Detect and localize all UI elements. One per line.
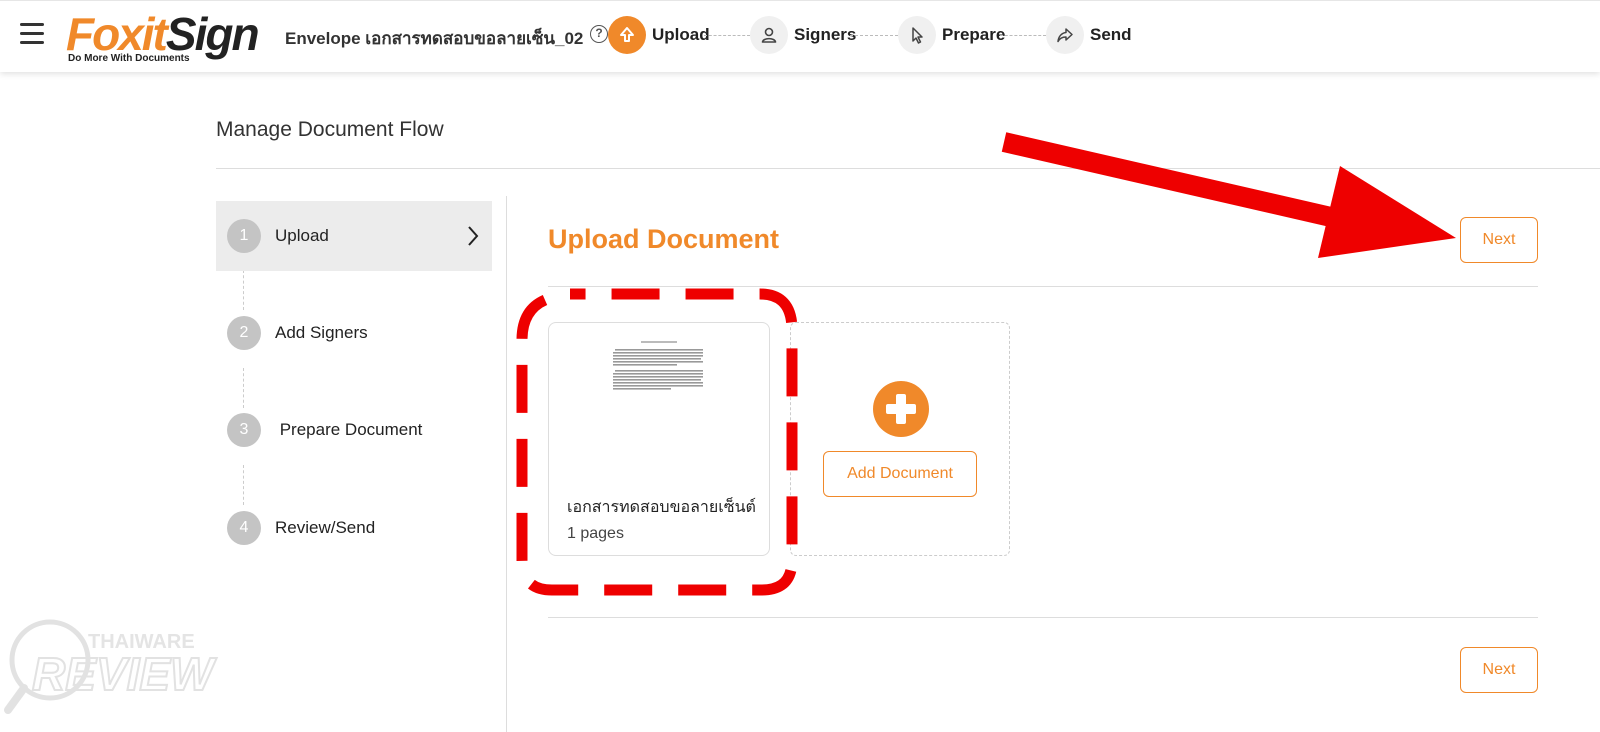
vertical-divider xyxy=(506,196,507,732)
top-step-prepare[interactable]: Prepare xyxy=(898,15,1005,55)
top-step-label: Prepare xyxy=(942,25,1006,44)
nav-step-number: 3 xyxy=(227,413,261,447)
hamburger-menu-icon[interactable] xyxy=(20,23,44,45)
document-thumbnail xyxy=(613,341,703,390)
person-icon xyxy=(750,16,788,54)
top-header: FoxitSign Do More With Documents Envelop… xyxy=(0,0,1600,72)
document-name: เอกสารทดสอบขอลายเซ็นต์ xyxy=(567,499,756,516)
nav-item-label: Prepare Document xyxy=(275,420,423,439)
envelope-title: Envelope เอกสารทดสอบขอลายเซ็น_02 xyxy=(285,29,584,48)
nav-item-upload[interactable]: 1 Upload xyxy=(216,201,492,271)
top-step-signers[interactable]: Signers xyxy=(750,15,856,55)
add-document-area[interactable]: Add Document xyxy=(790,322,1010,556)
nav-item-prepare-document[interactable]: 3 Prepare Document xyxy=(216,395,492,465)
step-connector xyxy=(704,35,750,36)
top-step-send[interactable]: Send xyxy=(1046,15,1132,55)
watermark-magnifier-icon xyxy=(9,619,91,701)
nav-step-number: 2 xyxy=(227,316,261,350)
divider xyxy=(548,286,1538,287)
nav-step-number: 4 xyxy=(227,511,261,545)
top-step-label: Signers xyxy=(794,25,857,44)
document-card[interactable]: เอกสารทดสอบขอลายเซ็นต์ 1 pages xyxy=(548,322,770,556)
logo-tagline: Do More With Documents xyxy=(68,53,190,64)
nav-item-label: Review/Send xyxy=(275,518,376,537)
pointer-icon xyxy=(898,16,936,54)
step-connector xyxy=(850,35,898,36)
help-icon[interactable]: ? xyxy=(590,25,608,43)
next-button-top[interactable]: Next xyxy=(1460,217,1538,263)
nav-item-label: Upload xyxy=(275,226,329,245)
nav-item-review-send[interactable]: 4 Review/Send xyxy=(216,493,492,563)
nav-step-number: 1 xyxy=(227,219,261,253)
share-icon xyxy=(1046,16,1084,54)
document-page-count: 1 pages xyxy=(567,525,624,542)
upload-icon xyxy=(608,16,646,54)
top-step-label: Send xyxy=(1090,25,1132,44)
divider xyxy=(216,168,1600,169)
add-document-button[interactable]: Add Document xyxy=(823,451,977,497)
nav-item-add-signers[interactable]: 2 Add Signers xyxy=(216,298,492,368)
nav-item-label: Add Signers xyxy=(275,323,368,342)
watermark-bottom-text: REVIEW xyxy=(32,648,217,700)
top-step-upload[interactable]: Upload xyxy=(608,15,710,55)
foxitsign-logo[interactable]: FoxitSign Do More With Documents xyxy=(66,9,266,65)
step-connector xyxy=(1000,35,1046,36)
chevron-right-icon xyxy=(468,226,479,246)
next-button-bottom[interactable]: Next xyxy=(1460,647,1538,693)
red-arrow-head xyxy=(1318,166,1456,258)
red-arrow-shaft xyxy=(1001,132,1373,236)
divider xyxy=(548,617,1538,618)
watermark-top-text: THAIWARE xyxy=(88,631,195,653)
top-step-label: Upload xyxy=(652,25,710,44)
section-title: Upload Document xyxy=(548,224,780,254)
plus-circle-icon[interactable] xyxy=(873,381,929,437)
page-title: Manage Document Flow xyxy=(216,118,444,141)
